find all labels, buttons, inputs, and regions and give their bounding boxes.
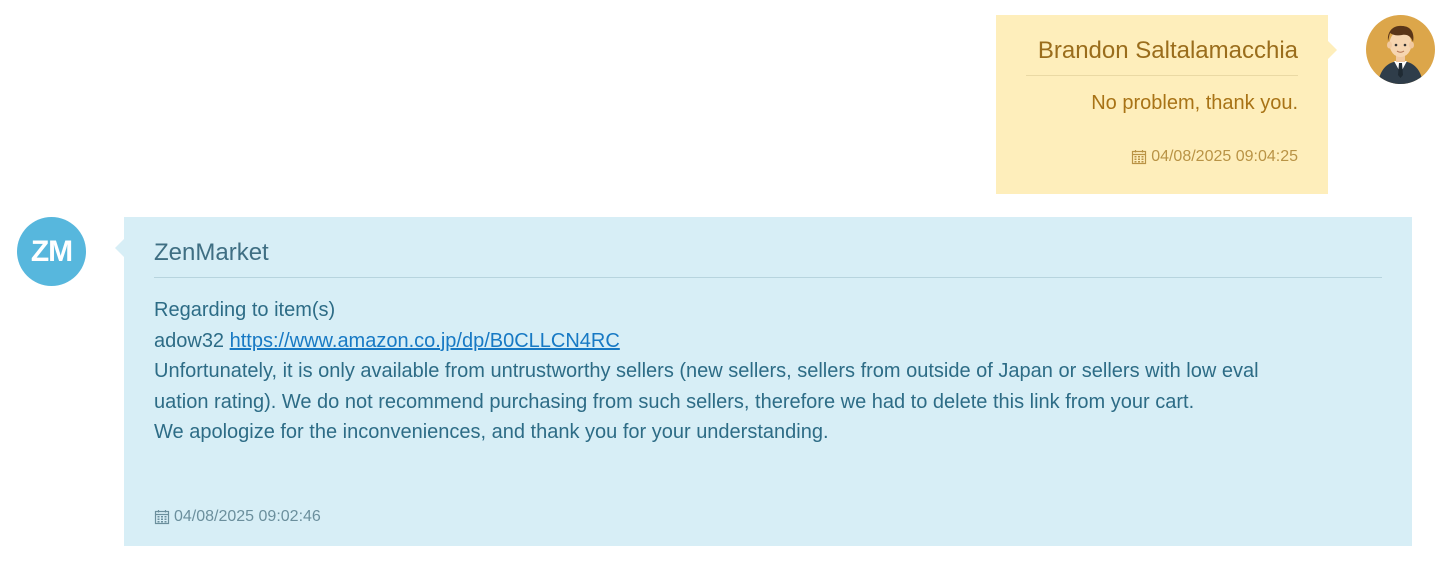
chat-thread: Brandon Saltalamacchia No problem, thank… [0, 0, 1446, 562]
message-sender: Brandon Saltalamacchia [1026, 37, 1298, 76]
calendar-icon [154, 510, 170, 525]
timestamp-text: 04/08/2025 09:02:46 [174, 508, 321, 525]
timestamp-text: 04/08/2025 09:04:25 [1151, 148, 1298, 165]
message-text: No problem, thank you. [1091, 92, 1298, 114]
message-bubble-user: Brandon Saltalamacchia No problem, thank… [996, 15, 1337, 194]
zenmarket-avatar: ZM [17, 217, 86, 286]
item-prefix: adow32 [154, 329, 225, 352]
item-link[interactable]: https://www.amazon.co.jp/dp/B0CLLCN4RC [230, 330, 620, 352]
user-avatar-icon [1366, 15, 1435, 84]
message-line: Unfortunately, it is only available from… [154, 360, 1259, 382]
message-sender: ZenMarket [154, 239, 1382, 278]
message-line: uation rating). We do not recommend purc… [154, 390, 1195, 413]
message-line: Regarding to item(s) [154, 299, 336, 321]
message-timestamp: 04/08/2025 09:04:25 [1026, 148, 1298, 166]
message-bubble-zenmarket: ZenMarket Regarding to item(s) adow32 ht… [115, 217, 1412, 546]
message-timestamp: 04/08/2025 09:02:46 [154, 508, 321, 526]
message-text: Regarding to item(s) adow32 https://www.… [154, 295, 1382, 448]
avatar-initials: ZM [30, 234, 73, 268]
calendar-icon [1132, 150, 1147, 165]
message-line: We apologize for the inconveniences, and… [154, 421, 829, 443]
message-line: adow32 https://www.amazon.co.jp/dp/B0CLL… [154, 326, 1382, 357]
